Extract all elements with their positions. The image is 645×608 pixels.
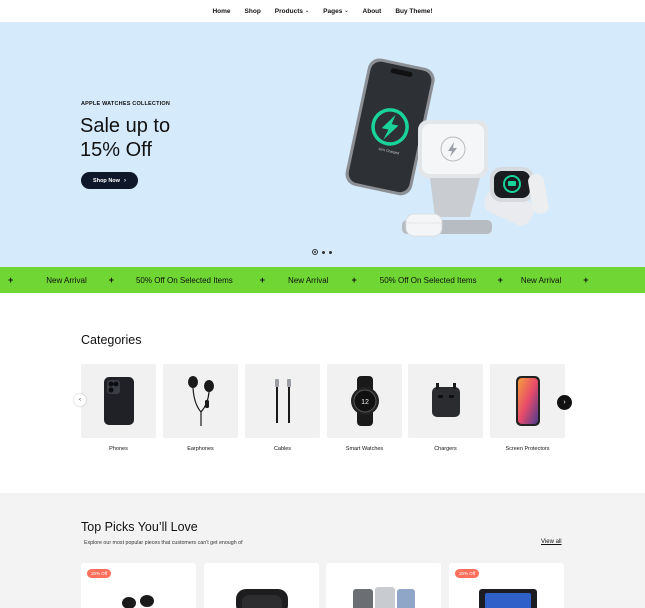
headphones-icon <box>236 589 288 608</box>
charger-icon <box>431 383 460 417</box>
nav-home[interactable]: Home <box>212 8 230 15</box>
category-label: Screen Protectors <box>505 446 550 452</box>
category-card-phones[interactable] <box>81 364 156 438</box>
nav-about[interactable]: About <box>363 8 382 15</box>
marquee-segment: New Arrival + <box>503 275 589 285</box>
category-label: Smart Watches <box>345 446 384 452</box>
nav-buy-theme[interactable]: Buy Theme! <box>395 8 432 15</box>
svg-text:12: 12 <box>361 399 369 406</box>
nav-pages[interactable]: Pages ⌄ <box>323 8 348 15</box>
top-picks-section: Top Picks You’ll Love Explore our most p… <box>0 493 645 608</box>
view-all-link[interactable]: View all <box>541 539 562 545</box>
earbuds-icon <box>122 595 154 608</box>
hero-eyebrow: APPLE WATCHES COLLECTION <box>81 101 171 107</box>
category-label: Cables <box>273 446 292 452</box>
slider-dot-2[interactable] <box>322 250 325 254</box>
hero-title-line2: 15% Off <box>80 139 152 161</box>
cable-icon <box>274 379 291 423</box>
chevron-down-icon: ⌄ <box>304 8 310 14</box>
product-card[interactable]: 20% Off <box>449 563 564 608</box>
nav-shop[interactable]: Shop <box>245 8 261 15</box>
categories-prev-button[interactable]: ‹ <box>74 394 86 406</box>
marquee-segment: New Arrival + <box>265 275 357 285</box>
category-card-smart-watches[interactable]: 12 <box>327 364 402 438</box>
hero-title-line1: Sale up to <box>80 115 171 137</box>
nav-products-label: Products <box>274 7 303 15</box>
marquee-segment: 50% Off On Selected Items + <box>357 275 503 285</box>
hero-banner: APPLE WATCHES COLLECTION Sale up to 15% … <box>0 22 645 267</box>
marquee-text: 50% Off On Selected Items <box>379 275 477 285</box>
earphones-icon <box>187 376 214 426</box>
discount-badge: 20% Off <box>87 569 112 578</box>
top-navigation: Home Shop Products ⌄ Pages ⌄ About Buy The… <box>0 0 645 22</box>
shop-now-button[interactable]: Shop Now › <box>81 172 138 189</box>
marquee-segment: New Arrival + <box>13 275 114 285</box>
phone-icon <box>103 377 134 425</box>
category-card-cables[interactable] <box>245 364 320 438</box>
marquee-text: 50% Off On Selected Items <box>135 275 233 285</box>
category-card-earphones[interactable] <box>163 364 238 438</box>
charging-stand-image: 15% Charged <box>345 58 549 237</box>
marquee-text: New Arrival <box>46 275 87 285</box>
product-card[interactable] <box>326 563 441 608</box>
product-card[interactable]: 20% Off <box>81 563 196 608</box>
categories-next-button[interactable]: › <box>557 395 572 410</box>
shop-now-label: Shop Now <box>93 177 120 184</box>
slider-dot-3[interactable] <box>329 250 332 254</box>
chevron-left-icon: ‹ <box>79 397 81 403</box>
category-label: Earphones <box>187 446 214 452</box>
category-card-chargers[interactable] <box>408 364 483 438</box>
plus-icon: + <box>583 275 589 285</box>
top-picks-title: Top Picks You’ll Love <box>81 520 198 534</box>
nav-home-label: Home <box>212 7 231 15</box>
nav-pages-label: Pages <box>323 7 343 15</box>
chevron-right-icon: › <box>563 399 566 406</box>
slider-dot-1[interactable] <box>312 249 318 255</box>
nav-buy-theme-label: Buy Theme! <box>395 7 433 15</box>
marquee-text: New Arrival <box>288 275 329 285</box>
chevron-down-icon: ⌄ <box>344 8 349 14</box>
tablet-icon <box>479 589 537 608</box>
slider-dots <box>312 249 332 255</box>
hero-title: Sale up to 15% Off <box>80 114 280 162</box>
product-card[interactable] <box>204 563 319 608</box>
marquee-text: New Arrival <box>520 275 562 285</box>
category-label: Chargers <box>434 446 457 452</box>
top-picks-subtitle: Explore our most popular pieces that cus… <box>84 540 243 546</box>
phones-icon <box>353 587 415 608</box>
nav-products[interactable]: Products ⌄ <box>275 8 309 15</box>
marquee-segment: 50% Off On Selected Items + <box>114 275 265 285</box>
chevron-right-icon: › <box>123 177 126 184</box>
promo-marquee: + New Arrival + 50% Off On Selected Items… <box>0 267 645 293</box>
category-card-screen-protectors[interactable] <box>490 364 565 438</box>
smartwatch-icon: 12 <box>350 376 379 426</box>
category-label: Phones <box>109 446 128 452</box>
marquee-segment: + <box>0 275 13 285</box>
discount-badge: 20% Off <box>455 569 480 578</box>
nav-about-label: About <box>362 7 382 15</box>
screen-protector-icon <box>515 376 540 426</box>
categories-title: Categories <box>81 333 142 347</box>
nav-shop-label: Shop <box>244 7 261 15</box>
